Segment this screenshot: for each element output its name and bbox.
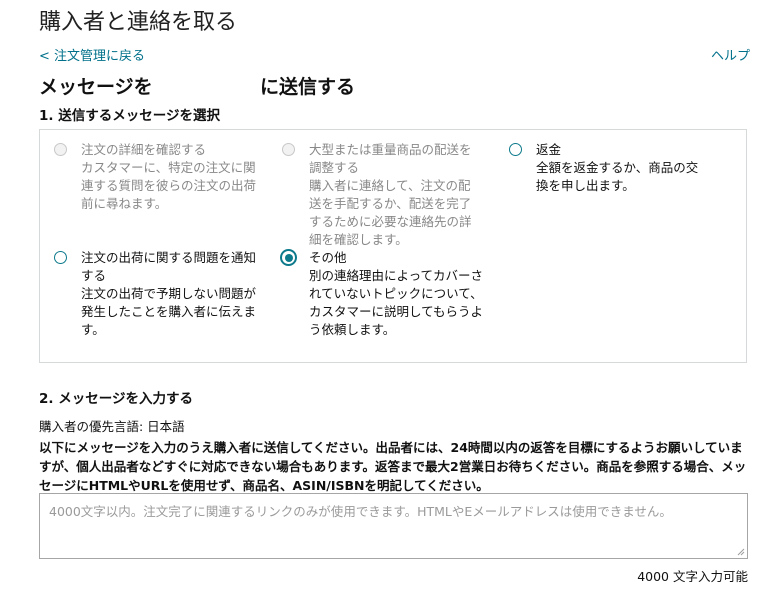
- option-title: 注文の詳細を確認する: [81, 142, 207, 157]
- buyer-preferred-language: 購入者の優先言語: 日本語: [39, 419, 185, 434]
- option-description: 全額を返金するか、商品の交換を申し出ます。: [536, 160, 699, 193]
- option-description: カスタマーに、特定の注文に関連する質問を彼らの注文の出荷前に尋ねます。: [81, 160, 257, 211]
- option-description: 別の連絡理由によってカバーされていないトピックについて、カスタマーに説明してもら…: [309, 268, 484, 337]
- option-title: 注文の出荷に関する問題を通知する: [81, 250, 257, 283]
- option-description: 注文の出荷で予期しない問題が発生したことを購入者に伝えます。: [81, 286, 257, 337]
- option-title: 返金: [536, 142, 562, 157]
- option-title: 大型または重量商品の配送を調整する: [309, 142, 472, 175]
- radio-icon[interactable]: [509, 143, 522, 156]
- step2-label: 2. メッセージを入力する: [39, 391, 193, 407]
- option-description: 購入者に連絡して、注文の配送を手配するか、配送を完了するために必要な連絡先の詳細…: [309, 178, 472, 247]
- message-input[interactable]: [39, 493, 748, 559]
- send-message-heading-left: メッセージを: [39, 76, 153, 98]
- step1-label: 1. 送信するメッセージを選択: [39, 108, 220, 124]
- radio-icon: [282, 143, 295, 156]
- message-instructions: 以下にメッセージを入力のうえ購入者に送信してください。出品者には、24時間以内の…: [39, 440, 747, 493]
- radio-icon[interactable]: [54, 251, 67, 264]
- help-link[interactable]: ヘルプ: [711, 45, 750, 64]
- option-title: その他: [309, 250, 347, 265]
- radio-icon: [54, 143, 67, 156]
- send-message-heading-right: に送信する: [260, 76, 356, 98]
- radio-selected-icon[interactable]: [280, 249, 297, 266]
- page-title: 購入者と連絡を取る: [39, 10, 238, 35]
- resize-grip-icon[interactable]: [735, 546, 745, 556]
- back-to-order-management-link[interactable]: < 注文管理に戻る: [39, 45, 145, 64]
- message-type-options: 注文の詳細を確認する カスタマーに、特定の注文に関連する質問を彼らの注文の出荷前…: [39, 129, 747, 363]
- character-counter: 4000 文字入力可能: [637, 569, 748, 584]
